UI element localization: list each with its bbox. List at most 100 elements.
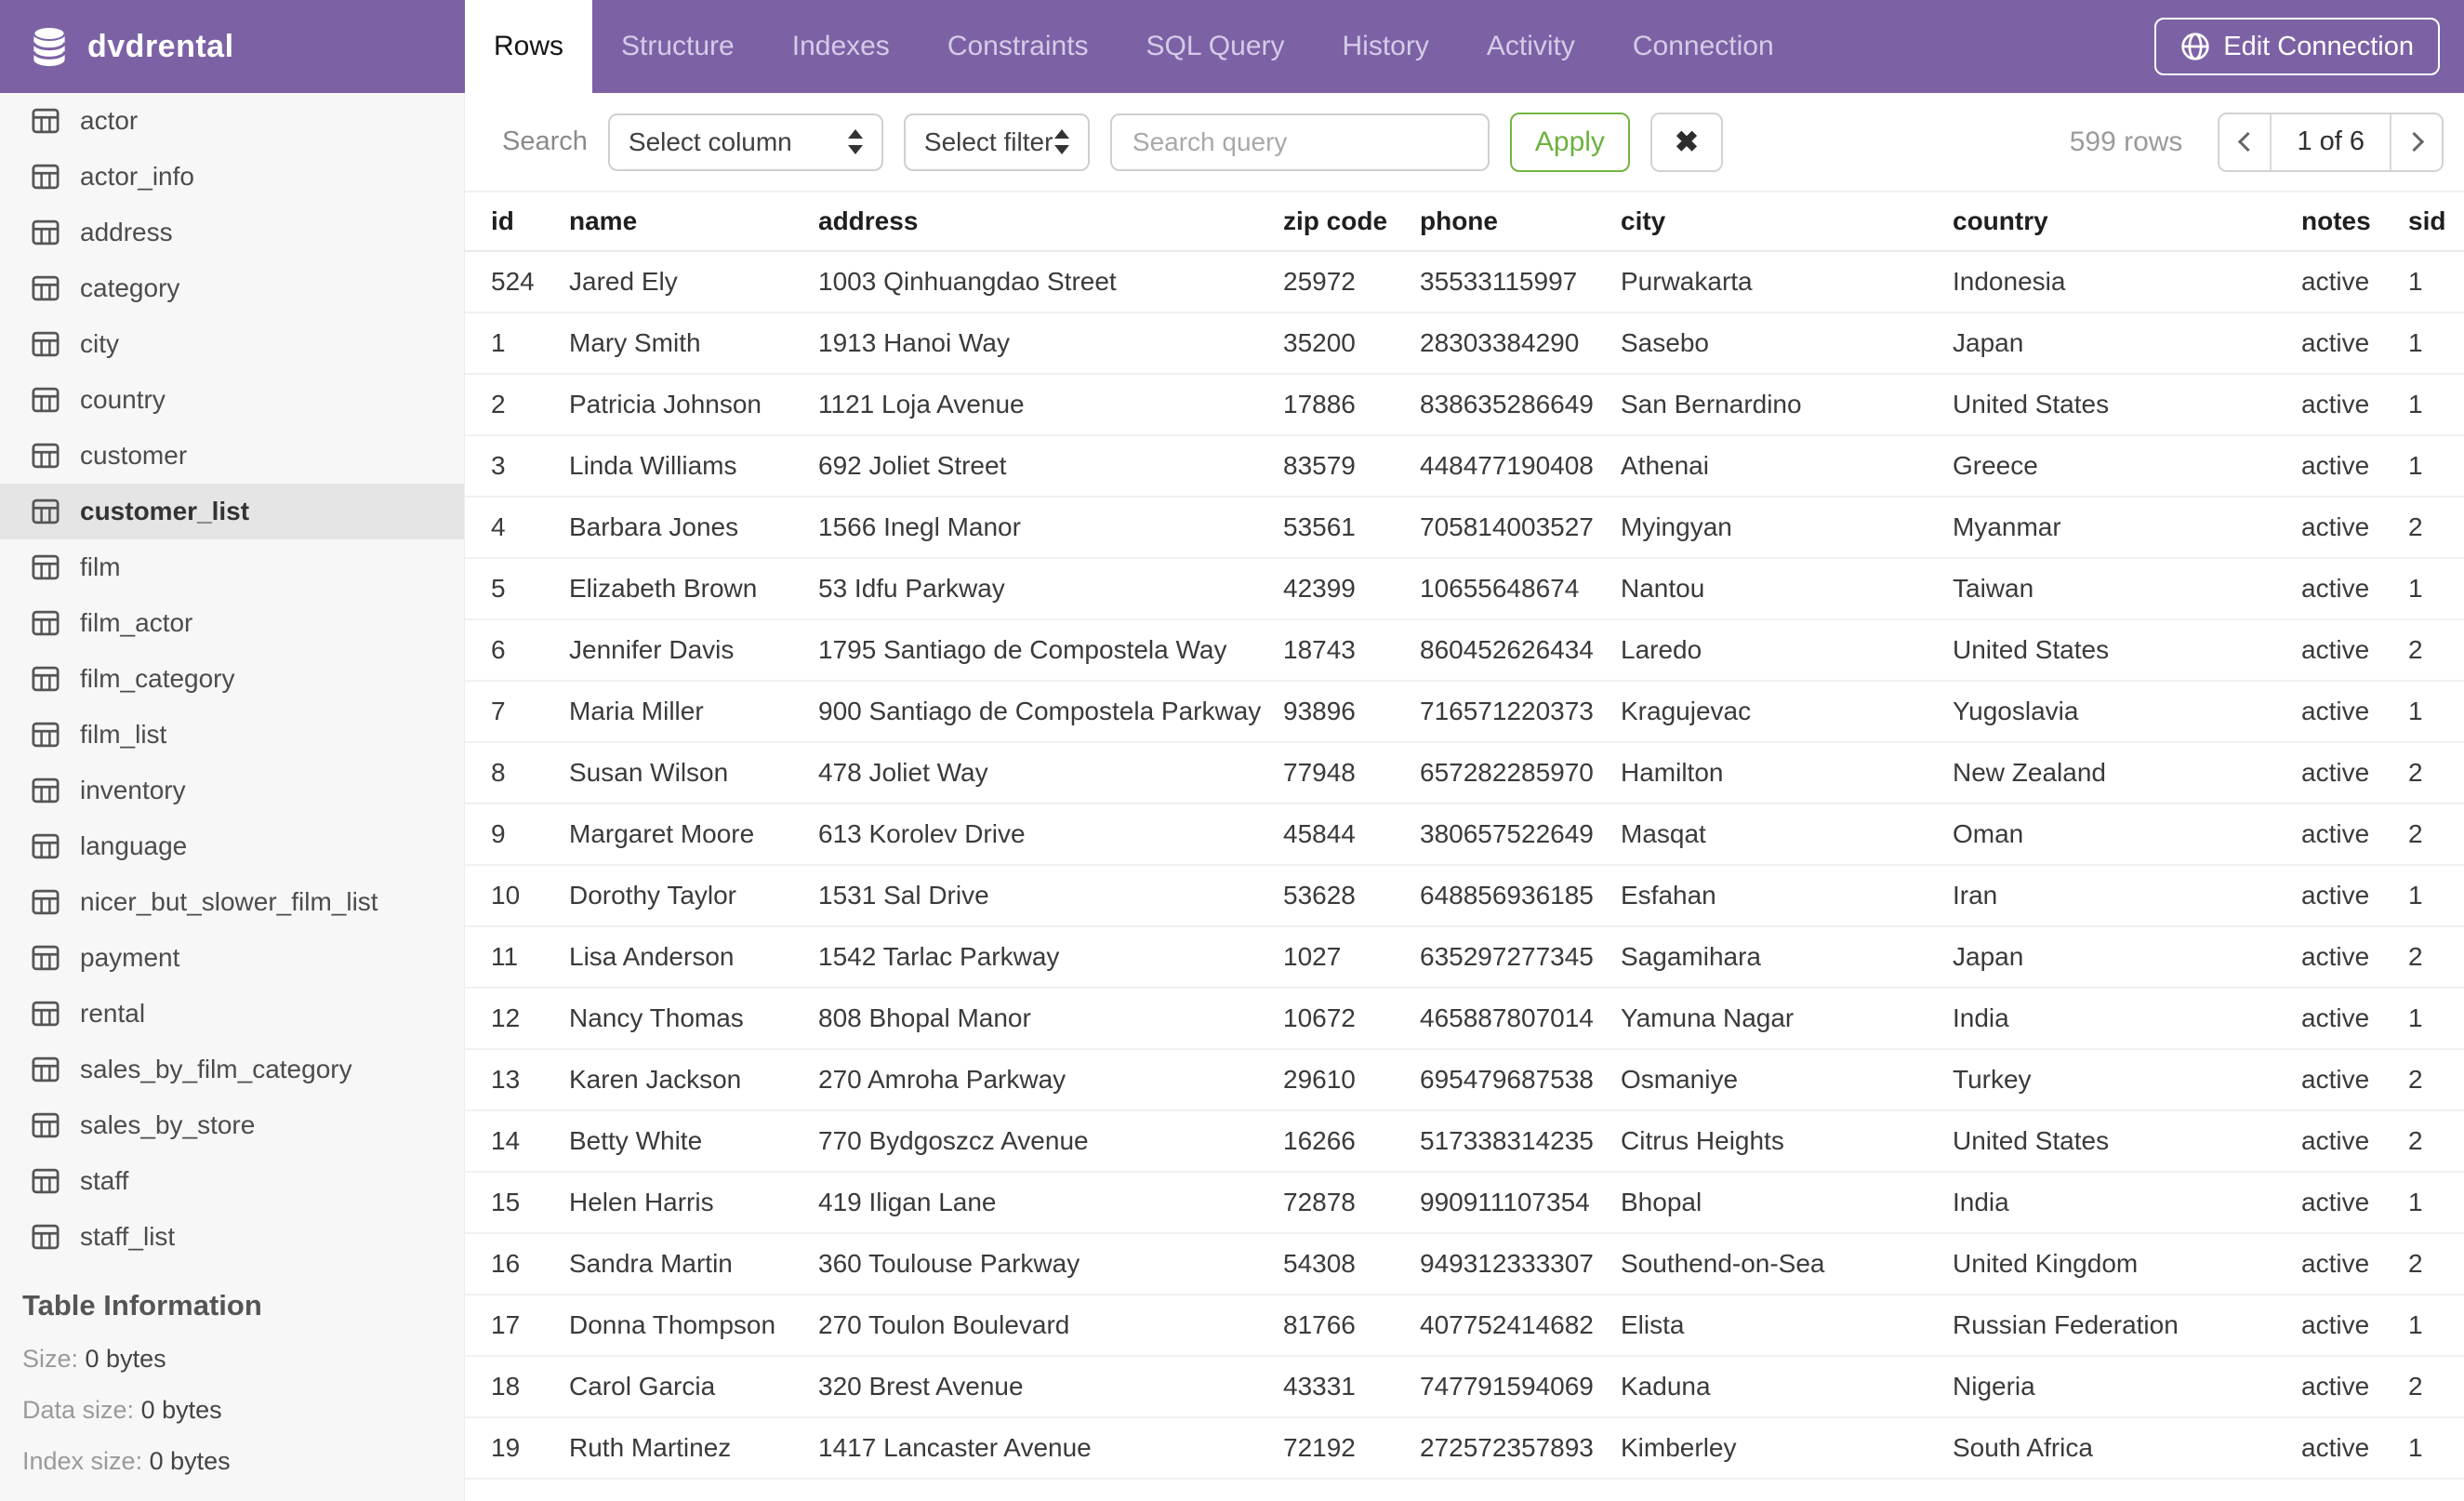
cell-name[interactable]: Carol Garcia [569, 1356, 818, 1418]
cell-name[interactable]: Donna Thompson [569, 1295, 818, 1357]
cell-address[interactable]: 808 Bhopal Manor [818, 988, 1283, 1050]
sidebar-item-language[interactable]: language [0, 818, 464, 874]
cell-country[interactable]: United Kingdom [1953, 1233, 2301, 1295]
cell-name[interactable]: Jared Ely [569, 251, 818, 313]
cell-sid[interactable]: 1 [2408, 865, 2464, 927]
sidebar-item-category[interactable]: category [0, 260, 464, 316]
cell-id[interactable]: 17 [465, 1295, 569, 1357]
cell-country[interactable]: Iran [1953, 865, 2301, 927]
column-select[interactable]: Select column [607, 113, 883, 171]
cell-address[interactable]: 419 Iligan Lane [818, 1172, 1283, 1234]
cell-sid[interactable]: 1 [2408, 558, 2464, 620]
cell-sid[interactable]: 1 [2408, 312, 2464, 375]
column-header-address[interactable]: address [818, 191, 1283, 252]
cell-city[interactable]: Kimberley [1621, 1417, 1953, 1480]
sidebar-item-inventory[interactable]: inventory [0, 763, 464, 818]
cell-country[interactable]: Taiwan [1953, 558, 2301, 620]
sidebar-item-city[interactable]: city [0, 316, 464, 372]
tab-connection[interactable]: Connection [1604, 0, 1803, 93]
cell-address[interactable]: 1417 Lancaster Avenue [818, 1417, 1283, 1480]
cell-notes[interactable]: active [2301, 1110, 2408, 1173]
tab-history[interactable]: History [1314, 0, 1458, 93]
cell-sid[interactable]: 2 [2408, 497, 2464, 559]
cell-address[interactable]: 1795 Santiago de Compostela Way [818, 619, 1283, 682]
cell-city[interactable]: Yamuna Nagar [1621, 988, 1953, 1050]
sidebar-item-country[interactable]: country [0, 372, 464, 428]
cell-address[interactable]: 270 Toulon Boulevard [818, 1295, 1283, 1357]
cell-address[interactable]: 478 Joliet Way [818, 742, 1283, 804]
cell-phone[interactable]: 695479687538 [1420, 1049, 1621, 1111]
cell-zip-code[interactable]: 54308 [1283, 1233, 1420, 1295]
cell-id[interactable]: 524 [465, 251, 569, 313]
filter-select[interactable]: Select filter [903, 113, 1090, 171]
cell-zip-code[interactable]: 29610 [1283, 1049, 1420, 1111]
cell-id[interactable]: 18 [465, 1356, 569, 1418]
search-query-input[interactable] [1109, 113, 1490, 171]
edit-connection-button[interactable]: Edit Connection [2154, 18, 2440, 75]
cell-name[interactable]: Betty White [569, 1110, 818, 1173]
cell-name[interactable]: Mary Smith [569, 312, 818, 375]
sidebar-item-customer-list[interactable]: customer_list [0, 484, 464, 539]
sidebar-item-actor-info[interactable]: actor_info [0, 149, 464, 205]
cell-name[interactable]: Jennifer Davis [569, 619, 818, 682]
column-header-city[interactable]: city [1621, 191, 1953, 252]
cell-zip-code[interactable]: 35200 [1283, 312, 1420, 375]
column-header-sid[interactable]: sid [2408, 191, 2464, 252]
cell-notes[interactable]: active [2301, 926, 2408, 989]
sidebar-item-staff[interactable]: staff [0, 1153, 464, 1209]
cell-country[interactable]: South Africa [1953, 1417, 2301, 1480]
cell-notes[interactable]: active [2301, 804, 2408, 866]
cell-zip-code[interactable]: 25972 [1283, 251, 1420, 313]
cell-city[interactable]: Purwakarta [1621, 251, 1953, 313]
cell-phone[interactable]: 648856936185 [1420, 865, 1621, 927]
sidebar-item-film-actor[interactable]: film_actor [0, 595, 464, 651]
sidebar-item-address[interactable]: address [0, 205, 464, 260]
cell-country[interactable]: Indonesia [1953, 251, 2301, 313]
cell-phone[interactable]: 407752414682 [1420, 1295, 1621, 1357]
cell-sid[interactable]: 2 [2408, 1110, 2464, 1173]
cell-notes[interactable]: active [2301, 619, 2408, 682]
cell-id[interactable]: 6 [465, 619, 569, 682]
cell-sid[interactable]: 2 [2408, 619, 2464, 682]
cell-sid[interactable]: 1 [2408, 988, 2464, 1050]
sidebar-item-film-category[interactable]: film_category [0, 651, 464, 707]
cell-notes[interactable]: active [2301, 1172, 2408, 1234]
cell-notes[interactable]: active [2301, 1417, 2408, 1480]
cell-id[interactable]: 12 [465, 988, 569, 1050]
cell-address[interactable]: 1542 Tarlac Parkway [818, 926, 1283, 989]
sidebar-item-nicer-but-slower-film-list[interactable]: nicer_but_slower_film_list [0, 874, 464, 930]
cell-name[interactable]: Helen Harris [569, 1172, 818, 1234]
cell-id[interactable]: 19 [465, 1417, 569, 1480]
cell-notes[interactable]: active [2301, 681, 2408, 743]
cell-id[interactable]: 10 [465, 865, 569, 927]
cell-phone[interactable]: 747791594069 [1420, 1356, 1621, 1418]
cell-name[interactable]: Susan Wilson [569, 742, 818, 804]
sidebar-item-payment[interactable]: payment [0, 930, 464, 986]
cell-name[interactable]: Maria Miller [569, 681, 818, 743]
cell-zip-code[interactable]: 17886 [1283, 374, 1420, 436]
cell-country[interactable]: India [1953, 1172, 2301, 1234]
clear-search-button[interactable]: ✖ [1649, 112, 1723, 172]
apply-button[interactable]: Apply [1509, 112, 1630, 172]
cell-phone[interactable]: 28303384290 [1420, 312, 1621, 375]
cell-country[interactable]: United States [1953, 1110, 2301, 1173]
cell-country[interactable]: Greece [1953, 435, 2301, 498]
cell-name[interactable]: Elizabeth Brown [569, 558, 818, 620]
sidebar-item-rental[interactable]: rental [0, 986, 464, 1042]
cell-phone[interactable]: 465887807014 [1420, 988, 1621, 1050]
cell-country[interactable]: Myanmar [1953, 497, 2301, 559]
column-header-notes[interactable]: notes [2301, 191, 2408, 252]
cell-address[interactable]: 1121 Loja Avenue [818, 374, 1283, 436]
cell-sid[interactable]: 2 [2408, 1356, 2464, 1418]
cell-notes[interactable]: active [2301, 435, 2408, 498]
cell-country[interactable]: Oman [1953, 804, 2301, 866]
cell-phone[interactable]: 272572357893 [1420, 1417, 1621, 1480]
cell-name[interactable]: Barbara Jones [569, 497, 818, 559]
cell-name[interactable]: Linda Williams [569, 435, 818, 498]
cell-name[interactable]: Patricia Johnson [569, 374, 818, 436]
tab-rows[interactable]: Rows [465, 0, 593, 93]
cell-zip-code[interactable]: 18743 [1283, 619, 1420, 682]
cell-zip-code[interactable]: 53561 [1283, 497, 1420, 559]
tab-constraints[interactable]: Constraints [919, 0, 1118, 93]
cell-id[interactable]: 5 [465, 558, 569, 620]
